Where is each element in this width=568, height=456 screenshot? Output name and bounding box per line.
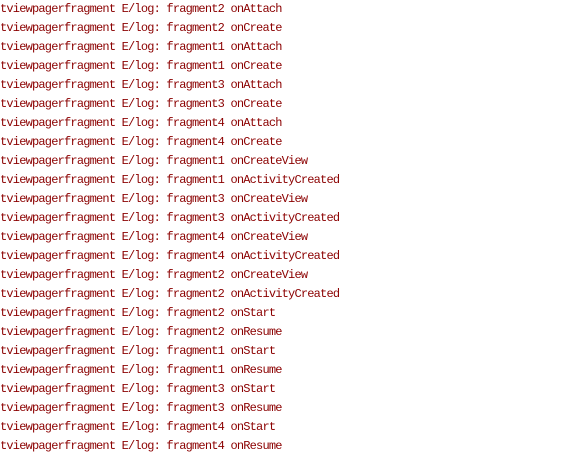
log-line: tviewpagerfragment E/log: fragment1 onCr… <box>0 154 308 168</box>
log-line: tviewpagerfragment E/log: fragment1 onRe… <box>0 363 282 377</box>
log-line: tviewpagerfragment E/log: fragment4 onAc… <box>0 249 340 263</box>
log-line: tviewpagerfragment E/log: fragment1 onAt… <box>0 40 282 54</box>
log-line: tviewpagerfragment E/log: fragment3 onSt… <box>0 382 276 396</box>
log-line: tviewpagerfragment E/log: fragment2 onCr… <box>0 21 282 35</box>
log-line: tviewpagerfragment E/log: fragment1 onCr… <box>0 59 282 73</box>
log-line: tviewpagerfragment E/log: fragment3 onRe… <box>0 401 282 415</box>
log-line: tviewpagerfragment E/log: fragment2 onRe… <box>0 325 282 339</box>
log-line: tviewpagerfragment E/log: fragment3 onCr… <box>0 97 282 111</box>
log-line: tviewpagerfragment E/log: fragment1 onAc… <box>0 173 340 187</box>
log-line: tviewpagerfragment E/log: fragment2 onAt… <box>0 2 282 16</box>
log-line: tviewpagerfragment E/log: fragment4 onCr… <box>0 230 308 244</box>
log-line: tviewpagerfragment E/log: fragment3 onCr… <box>0 192 308 206</box>
log-console: tviewpagerfragment E/log: fragment2 onAt… <box>0 0 568 456</box>
log-line: tviewpagerfragment E/log: fragment3 onAt… <box>0 78 282 92</box>
log-line: tviewpagerfragment E/log: fragment3 onAc… <box>0 211 340 225</box>
log-line: tviewpagerfragment E/log: fragment4 onSt… <box>0 420 276 434</box>
log-line: tviewpagerfragment E/log: fragment2 onAc… <box>0 287 340 301</box>
log-line: tviewpagerfragment E/log: fragment4 onAt… <box>0 116 282 130</box>
log-line: tviewpagerfragment E/log: fragment4 onRe… <box>0 439 282 453</box>
log-line: tviewpagerfragment E/log: fragment4 onCr… <box>0 135 282 149</box>
log-line: tviewpagerfragment E/log: fragment2 onCr… <box>0 268 308 282</box>
log-line: tviewpagerfragment E/log: fragment1 onSt… <box>0 344 276 358</box>
log-line: tviewpagerfragment E/log: fragment2 onSt… <box>0 306 276 320</box>
